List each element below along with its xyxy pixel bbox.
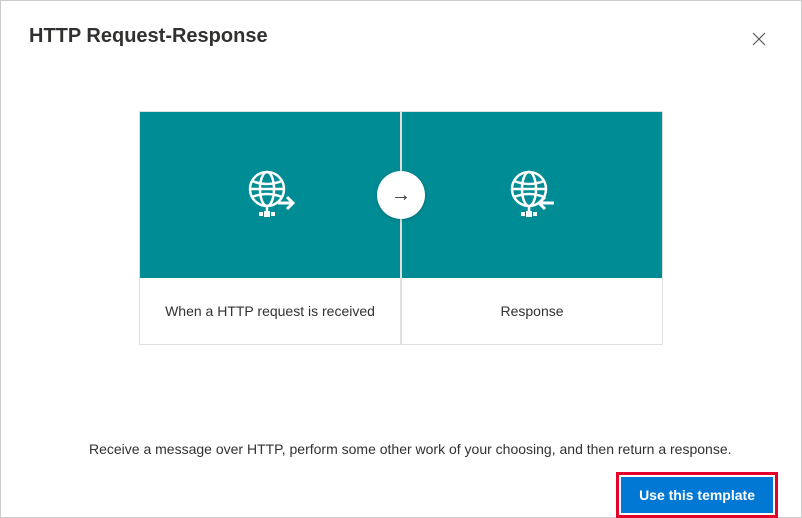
- close-button[interactable]: [745, 25, 773, 53]
- arrow-right-icon: →: [391, 184, 411, 207]
- template-description: Receive a message over HTTP, perform som…: [89, 441, 773, 457]
- step-card-label: When a HTTP request is received: [140, 278, 400, 344]
- spacer: [29, 345, 773, 405]
- step-card-label: Response: [402, 278, 662, 344]
- step-cards-row: When a HTTP request is received →: [29, 111, 773, 345]
- step-card-action[interactable]: Response: [401, 111, 663, 345]
- dialog-footer: Use this template: [29, 477, 773, 513]
- http-response-icon: [502, 165, 562, 225]
- dialog-content: When a HTTP request is received →: [29, 53, 773, 513]
- template-dialog: HTTP Request-Response: [0, 0, 802, 518]
- close-icon: [752, 32, 766, 46]
- http-request-icon: [240, 165, 300, 225]
- dialog-header: HTTP Request-Response: [29, 25, 773, 53]
- dialog-title: HTTP Request-Response: [29, 25, 268, 48]
- step-card-trigger[interactable]: When a HTTP request is received: [139, 111, 401, 345]
- use-this-template-button[interactable]: Use this template: [621, 477, 773, 513]
- step-card-hero: [402, 112, 662, 278]
- step-card-hero: [140, 112, 400, 278]
- flow-arrow-connector: →: [377, 171, 425, 219]
